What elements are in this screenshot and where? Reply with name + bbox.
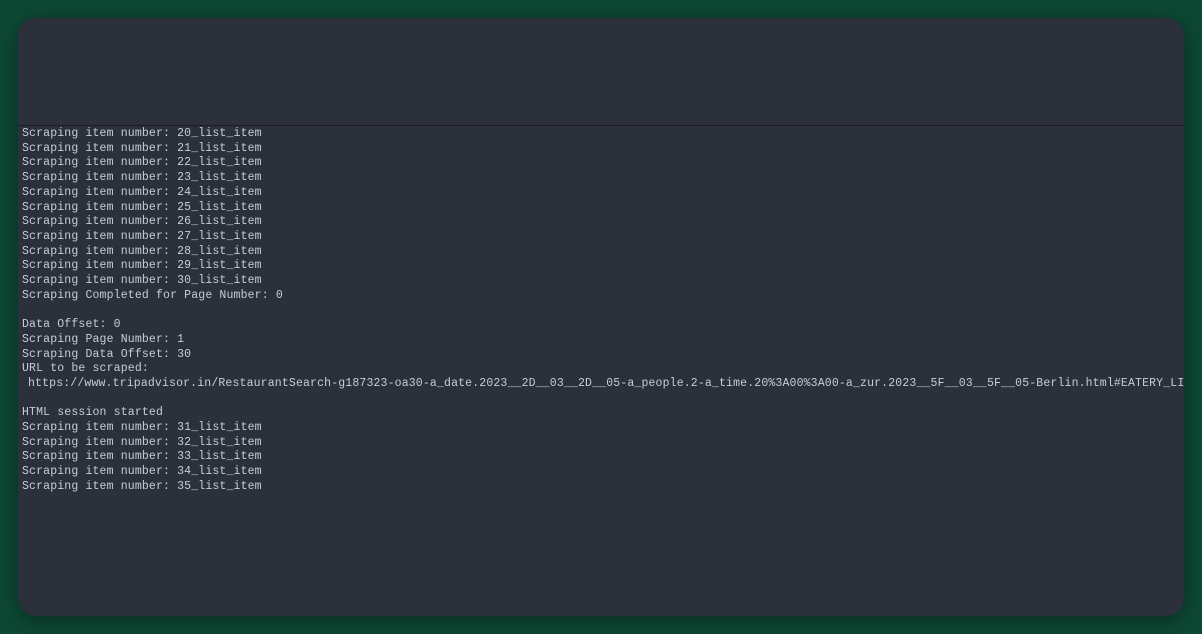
blank-line bbox=[22, 392, 1180, 407]
terminal-output[interactable]: Scraping item number: 20_list_item Scrap… bbox=[18, 126, 1184, 496]
terminal-window: Scraping item number: 20_list_item Scrap… bbox=[18, 18, 1184, 616]
log-line: Scraping Data Offset: 30 bbox=[22, 348, 1180, 363]
log-line: Scraping item number: 22_list_item bbox=[22, 156, 1180, 171]
terminal-header bbox=[18, 18, 1184, 126]
log-line: Scraping item number: 30_list_item bbox=[22, 274, 1180, 289]
log-line: Scraping item number: 25_list_item bbox=[22, 201, 1180, 216]
log-line: Scraping item number: 34_list_item bbox=[22, 465, 1180, 480]
blank-line bbox=[22, 303, 1180, 318]
log-line: Scraping item number: 23_list_item bbox=[22, 171, 1180, 186]
log-line: Scraping Completed for Page Number: 0 bbox=[22, 289, 1180, 304]
log-line: Scraping item number: 27_list_item bbox=[22, 230, 1180, 245]
log-line: Data Offset: 0 bbox=[22, 318, 1180, 333]
log-line: HTML session started bbox=[22, 406, 1180, 421]
log-line-url: https://www.tripadvisor.in/RestaurantSea… bbox=[22, 377, 1180, 392]
log-line: Scraping item number: 35_list_item bbox=[22, 480, 1180, 495]
log-line: Scraping item number: 28_list_item bbox=[22, 245, 1180, 260]
log-line: Scraping item number: 20_list_item bbox=[22, 127, 1180, 142]
log-line: URL to be scraped: bbox=[22, 362, 1180, 377]
log-line: Scraping item number: 33_list_item bbox=[22, 450, 1180, 465]
log-line: Scraping item number: 31_list_item bbox=[22, 421, 1180, 436]
log-line: Scraping item number: 21_list_item bbox=[22, 142, 1180, 157]
log-line: Scraping item number: 32_list_item bbox=[22, 436, 1180, 451]
log-line: Scraping item number: 26_list_item bbox=[22, 215, 1180, 230]
log-line: Scraping Page Number: 1 bbox=[22, 333, 1180, 348]
log-line: Scraping item number: 24_list_item bbox=[22, 186, 1180, 201]
log-line: Scraping item number: 29_list_item bbox=[22, 259, 1180, 274]
